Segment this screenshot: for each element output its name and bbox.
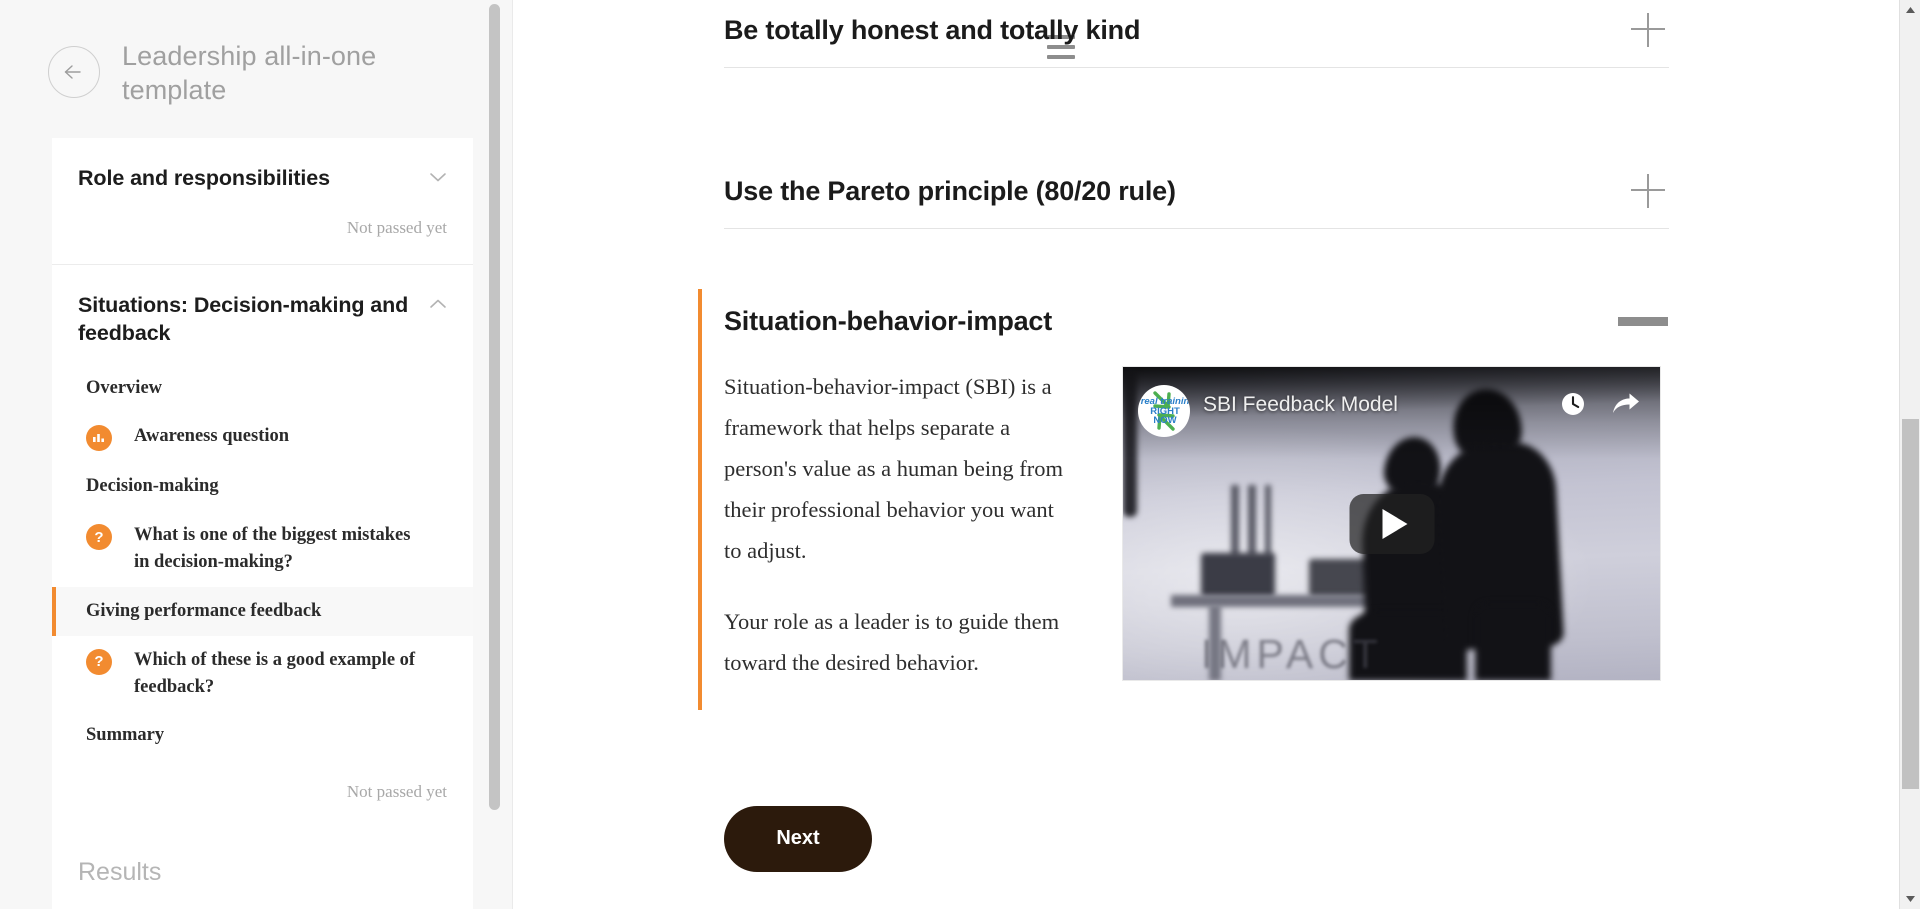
question-icon: ? — [86, 524, 112, 551]
accordion-header[interactable]: Situation-behavior-impact — [724, 289, 1669, 351]
background-desk — [1171, 595, 1371, 607]
thumbnail-overlay-word: IMPACT — [1201, 631, 1383, 677]
sidebar-item-label: Summary — [86, 725, 165, 746]
sidebar-item-overview[interactable]: Overview — [52, 364, 473, 413]
arrow-left-icon — [63, 64, 85, 80]
sidebar-item-awareness-question[interactable]: Awareness question — [52, 412, 473, 462]
module-header-situations[interactable]: Situations: Decision-making and feedback — [52, 265, 473, 356]
sidebar-item-question-good-example-feedback[interactable]: ? Which of these is a good example of fe… — [52, 636, 473, 712]
sidebar-item-label: Which of these is a good example of feed… — [134, 649, 416, 697]
module-title: Role and responsibilities — [78, 165, 330, 190]
sidebar-scroll-area: Leadership all-in-one template Role and … — [0, 0, 513, 909]
background-blinds — [1231, 485, 1271, 557]
background-monitor — [1309, 559, 1371, 597]
results-card[interactable]: Results — [52, 828, 473, 909]
plus-icon[interactable] — [1631, 174, 1665, 208]
scrollbar-up-arrow-icon[interactable] — [1900, 0, 1920, 20]
module-header-role-and-responsibilities[interactable]: Role and responsibilities — [52, 138, 473, 200]
accordion-title: Use the Pareto principle (80/20 rule) — [724, 175, 1176, 206]
lesson-nav-list: Overview Awareness question Decision-mak… — [52, 356, 473, 765]
module-card-role-and-responsibilities: Role and responsibilities Not passed yet — [52, 137, 473, 265]
chevron-down-icon[interactable] — [429, 170, 447, 188]
poll-icon — [86, 425, 112, 452]
play-button-icon[interactable] — [1349, 493, 1434, 554]
lesson-content-area: Be totally honest and totally kind Use t… — [513, 0, 1920, 909]
chevron-up-icon[interactable] — [429, 297, 447, 315]
accordion-header[interactable]: Use the Pareto principle (80/20 rule) — [724, 161, 1669, 228]
course-sidebar: Leadership all-in-one template Role and … — [0, 0, 513, 909]
share-arrow-icon[interactable] — [1612, 392, 1640, 421]
lesson-paragraph-1: Situation-behavior-impact (SBI) is a fra… — [724, 374, 1063, 563]
accordion-header[interactable]: Be totally honest and totally kind — [724, 0, 1669, 67]
sidebar-item-label: Decision-making — [86, 476, 219, 497]
accordion-section-pareto: Use the Pareto principle (80/20 rule) — [724, 161, 1669, 229]
accordion-title: Situation-behavior-impact — [724, 306, 1053, 336]
question-icon: ? — [86, 648, 112, 675]
back-button[interactable] — [48, 46, 100, 98]
next-button-row: Next — [724, 710, 1669, 872]
module-title: Situations: Decision-making and feedback — [78, 292, 409, 346]
results-title: Results — [78, 858, 162, 887]
channel-avatar[interactable]: real trainin RIGHT NOW — [1138, 385, 1190, 437]
video-title[interactable]: SBI Feedback Model — [1203, 393, 1398, 417]
channel-arrows-icon — [1153, 391, 1175, 431]
sidebar-item-label: Awareness question — [134, 426, 290, 447]
accordion-section-situation-behavior-impact: Situation-behavior-impact Situation-beha… — [698, 289, 1669, 710]
sidebar-item-decision-making[interactable]: Decision-making — [52, 462, 473, 511]
page-scrollbar[interactable] — [1899, 0, 1920, 909]
module-status-badge: Not passed yet — [346, 782, 447, 802]
module-status-badge: Not passed yet — [346, 217, 447, 237]
scrollbar-down-arrow-icon[interactable] — [1900, 889, 1920, 909]
standing-person-silhouette — [1475, 603, 1551, 680]
clock-icon[interactable] — [1560, 391, 1586, 422]
page-scrollbar-thumb[interactable] — [1902, 419, 1919, 789]
plus-icon[interactable] — [1631, 13, 1665, 47]
sidebar-item-label: What is one of the biggest mistakes in d… — [134, 525, 411, 573]
sidebar-module-cards: Role and responsibilities Not passed yet… — [0, 137, 513, 829]
course-title: Leadership all-in-one template — [122, 41, 377, 105]
lesson-paragraph-2: Your role as a leader is to guide them t… — [724, 608, 1060, 675]
minus-icon[interactable] — [1618, 317, 1668, 326]
video-action-buttons — [1560, 391, 1640, 422]
sidebar-scrollbar[interactable] — [489, 0, 500, 909]
accordion-title: Be totally honest and totally kind — [724, 14, 1141, 45]
module-card-situations: Situations: Decision-making and feedback… — [52, 264, 473, 829]
sidebar-item-giving-performance-feedback[interactable]: Giving performance feedback — [52, 586, 473, 636]
sidebar-item-question-biggest-mistakes[interactable]: ? What is one of the biggest mistakes in… — [52, 511, 473, 587]
background-monitor — [1201, 553, 1275, 597]
course-player-page: Leadership all-in-one template Role and … — [0, 0, 1920, 909]
sidebar-header: Leadership all-in-one template — [0, 0, 513, 138]
sidebar-item-label: Giving performance feedback — [86, 600, 322, 621]
sidebar-scrollbar-thumb[interactable] — [489, 4, 500, 810]
lesson-copy: Situation-behavior-impact (SBI) is a fra… — [724, 367, 1069, 684]
next-button[interactable]: Next — [724, 805, 872, 872]
sidebar-item-summary[interactable]: Summary — [52, 711, 473, 760]
accordion-section-honest-kind: Be totally honest and totally kind — [724, 0, 1669, 68]
accordion-body: Situation-behavior-impact (SBI) is a fra… — [724, 351, 1669, 684]
sidebar-item-label: Overview — [86, 377, 163, 398]
youtube-video-embed[interactable]: IMPACT real trainin RIGHT NOW SBI Feedba… — [1123, 367, 1660, 680]
accordion-list: Be totally honest and totally kind Use t… — [698, 0, 1669, 872]
